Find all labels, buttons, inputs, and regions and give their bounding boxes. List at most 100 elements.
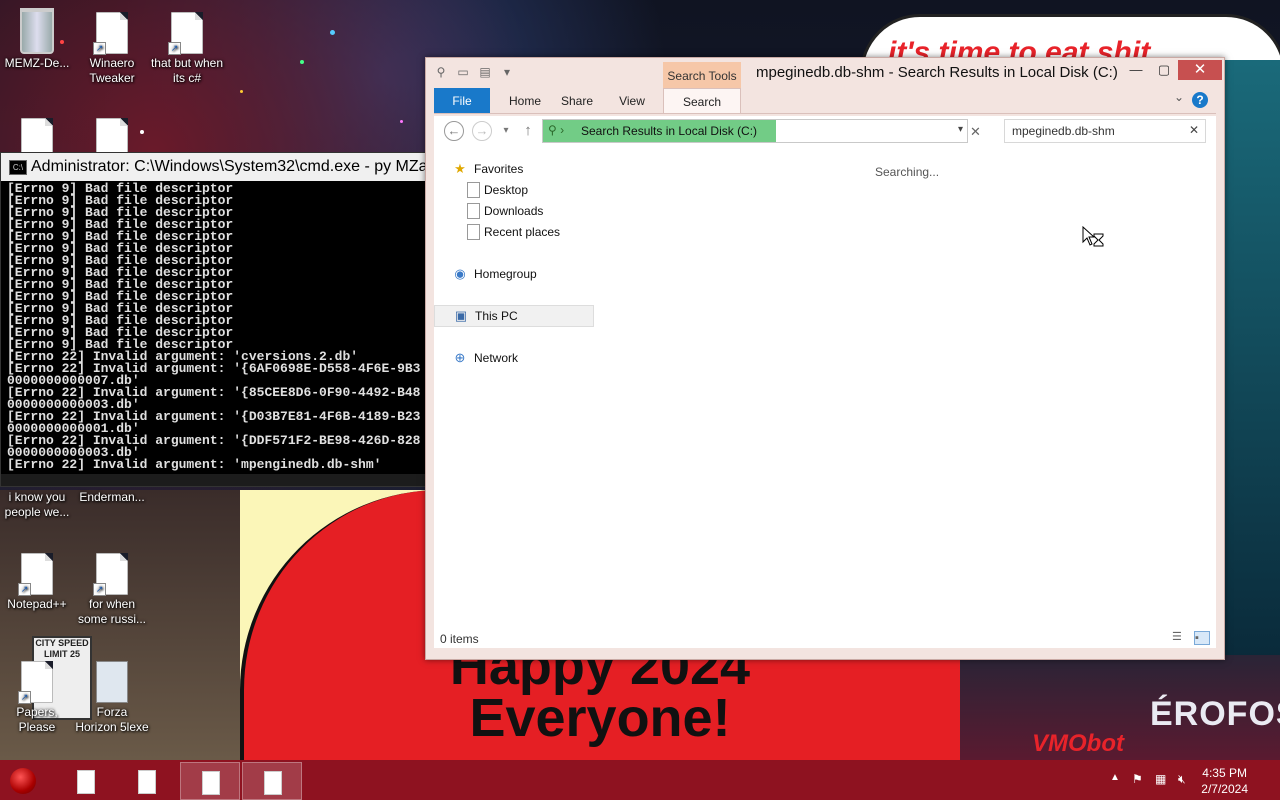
recent-locations-icon[interactable]: ▾: [496, 121, 516, 141]
desktop-icon-that-but[interactable]: ↗ that but when its c#: [150, 12, 224, 86]
nav-label: Favorites: [474, 162, 524, 176]
help-icon[interactable]: ?: [1192, 92, 1208, 108]
happy-line-2: Everyone!: [469, 688, 731, 748]
confetti: [240, 90, 243, 93]
file-icon: [77, 770, 95, 794]
ribbon-tabs: File Home Share View Search ⌄ ?: [434, 88, 1216, 114]
confetti: [400, 120, 403, 123]
desktop-icon-label: that but when its c#: [150, 56, 224, 85]
desktop-icon-winaero[interactable]: ↗ Winaero Tweaker: [75, 12, 149, 86]
confetti: [300, 60, 304, 64]
new-folder-icon[interactable]: ▤: [478, 65, 492, 79]
nav-downloads[interactable]: Downloads: [434, 201, 592, 221]
desktop-icon-for-when[interactable]: ↗ for when some russi...: [75, 553, 149, 627]
desktop-icon-label: Winaero Tweaker: [89, 56, 135, 85]
search-results-icon: ⚲ ›: [548, 123, 565, 137]
explorer-titlebar[interactable]: ⚲ ▭ ▤ ▾ Search Tools mpeginedb.db-shm - …: [426, 58, 1224, 88]
desktop-folder-icon: [467, 182, 480, 198]
nav-this-pc[interactable]: ▣ This PC: [434, 305, 594, 327]
clock-time: 4:35 PM: [1202, 766, 1247, 780]
nav-recent-places[interactable]: Recent places: [434, 222, 592, 242]
nav-desktop[interactable]: Desktop: [434, 180, 592, 200]
cmd-horizontal-scrollbar[interactable]: [1, 474, 429, 486]
file-icon: [138, 770, 156, 794]
clear-search-icon[interactable]: ✕: [1189, 123, 1199, 137]
network-icon: ⊕: [454, 350, 466, 365]
cmd-titlebar[interactable]: C:\ Administrator: C:\Windows\System32\c…: [1, 153, 429, 181]
stop-search-icon[interactable]: ✕: [970, 124, 981, 140]
expand-ribbon-icon[interactable]: ⌄: [1174, 90, 1184, 104]
search-box[interactable]: ✕: [1004, 119, 1206, 143]
explorer-title: mpeginedb.db-shm - Search Results in Loc…: [756, 64, 1118, 81]
start-button[interactable]: [10, 768, 36, 794]
desktop-icon-label: i know you people we...: [4, 490, 70, 519]
wallpaper-city-strip: [1225, 60, 1280, 660]
taskbar: ▲ ⚑ ▦ 🔇︎ 4:35 PM 2/7/2024: [0, 760, 1280, 800]
desktop-icon-forza[interactable]: Forza Horizon 5lexe: [75, 661, 149, 735]
desktop-icon-memz[interactable]: MEMZ-De...: [0, 8, 74, 71]
file-shortcut-icon: ↗: [18, 661, 53, 704]
up-button[interactable]: ↑: [518, 121, 538, 141]
taskbar-item[interactable]: [117, 762, 175, 798]
desktop-icon-papers-please[interactable]: ↗ Papers, Please: [0, 661, 74, 735]
nav-label: Recent places: [484, 225, 561, 239]
nav-label: This PC: [475, 309, 518, 323]
taskbar-item-active[interactable]: [180, 762, 240, 800]
recycle-bin-icon: [20, 8, 54, 54]
clock[interactable]: 4:35 PM 2/7/2024: [1201, 765, 1248, 797]
file-shortcut-icon: ↗: [168, 12, 203, 55]
back-button[interactable]: ←: [444, 121, 464, 141]
tab-view[interactable]: View: [608, 88, 656, 113]
cmd-window[interactable]: C:\ Administrator: C:\Windows\System32\c…: [0, 152, 430, 487]
taskbar-item[interactable]: [56, 762, 114, 798]
show-hidden-icons-icon[interactable]: ▲: [1110, 772, 1120, 783]
taskbar-item-active[interactable]: [242, 762, 302, 800]
details-view-icon[interactable]: ☰: [1172, 631, 1186, 643]
search-input[interactable]: [1010, 123, 1184, 139]
desktop-icon-notepadpp[interactable]: ↗ Notepad++: [0, 553, 74, 612]
cmd-title-text: Administrator: C:\Windows\System32\cmd.e…: [31, 158, 429, 175]
desktop-icon-enderman[interactable]: Enderman...: [75, 490, 149, 505]
close-button[interactable]: ✕: [1178, 60, 1222, 80]
address-bar[interactable]: ⚲ › Search Results in Local Disk (C:) ▾: [542, 119, 968, 143]
forward-button[interactable]: →: [472, 121, 492, 141]
tab-share[interactable]: Share: [552, 88, 602, 113]
search-tools-context-tab[interactable]: Search Tools: [663, 62, 741, 88]
tab-file[interactable]: File: [434, 88, 490, 113]
properties-icon[interactable]: ▭: [456, 65, 470, 79]
large-icons-view-icon[interactable]: ▪: [1194, 631, 1210, 645]
cmd-output[interactable]: [Errno 9] Bad file descriptor [Errno 9] B…: [1, 181, 429, 481]
wallpaper-sign-text-2: VMObot: [1032, 730, 1124, 757]
file-icon: [202, 771, 220, 795]
clock-date: 2/7/2024: [1201, 782, 1248, 796]
wallpaper-sign-text: ÉROFOS: [1150, 695, 1280, 733]
desktop-icon-label: MEMZ-De...: [4, 56, 70, 70]
nav-label: Desktop: [484, 183, 529, 197]
cmd-output-line: [Errno 22] Invalid argument: 'mpenginedb…: [7, 457, 382, 472]
desktop-icon-label: for when some russi...: [77, 597, 146, 626]
cmd-icon: C:\: [9, 160, 27, 175]
downloads-folder-icon: [467, 203, 480, 219]
volume-muted-icon[interactable]: 🔇︎: [1178, 772, 1186, 787]
nav-homegroup[interactable]: ◉ Homegroup: [434, 264, 592, 284]
file-icon: [264, 771, 282, 795]
nav-network[interactable]: ⊕ Network: [434, 348, 592, 368]
recent-places-icon: [467, 224, 480, 240]
tab-home[interactable]: Home: [500, 88, 550, 113]
desktop-icon-i-know-you[interactable]: i know you people we...: [0, 490, 74, 520]
desktop-icon-label: Papers, Please: [16, 705, 58, 734]
image-file-icon: [96, 661, 128, 703]
nav-favorites[interactable]: ★ Favorites: [434, 159, 592, 179]
confetti: [330, 30, 335, 35]
explorer-window[interactable]: ⚲ ▭ ▤ ▾ Search Tools mpeginedb.db-shm - …: [425, 57, 1225, 660]
qat-dropdown-icon[interactable]: ▾: [500, 65, 514, 79]
minimize-button[interactable]: —: [1122, 60, 1150, 80]
search-icon[interactable]: ⚲: [434, 65, 448, 79]
address-dropdown-icon[interactable]: ▾: [958, 124, 963, 135]
navigation-bar: ← → ▾ ↑ ⚲ › Search Results in Local Disk…: [434, 116, 1216, 146]
maximize-button[interactable]: ▢: [1150, 60, 1178, 80]
tab-search[interactable]: Search: [663, 88, 741, 113]
action-center-flag-icon[interactable]: ⚑: [1132, 772, 1143, 786]
file-shortcut-icon: ↗: [18, 553, 53, 596]
network-tray-icon[interactable]: ▦: [1155, 772, 1166, 786]
